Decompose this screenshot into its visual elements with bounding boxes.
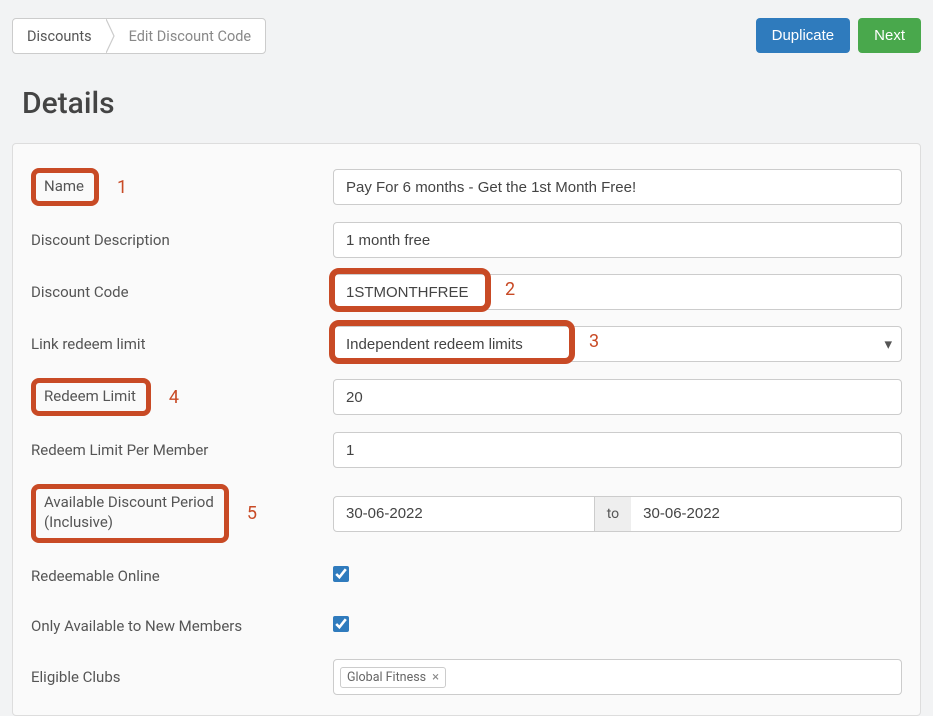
breadcrumb-discounts[interactable]: Discounts (13, 19, 106, 53)
chevron-right-icon (106, 19, 115, 53)
annotation-number-3: 3 (589, 331, 599, 352)
link-redeem-limit-select[interactable]: Independent redeem limits (333, 326, 902, 362)
date-from-input[interactable] (333, 496, 595, 532)
link-redeem-limit-label: Link redeem limit (31, 335, 145, 353)
only-new-members-checkbox[interactable] (333, 616, 349, 632)
breadcrumb-edit: Edit Discount Code (115, 19, 265, 53)
name-label: Name (44, 177, 84, 195)
description-input[interactable] (333, 222, 902, 258)
breadcrumb: Discounts Edit Discount Code (12, 18, 266, 54)
code-label: Discount Code (31, 283, 129, 301)
annotation-highlight-5: Available Discount Period (Inclusive) (31, 484, 229, 543)
eligible-clubs-input[interactable]: Global Fitness × (333, 659, 902, 695)
annotation-highlight-1: Name (31, 168, 99, 206)
breadcrumb-label: Discounts (27, 28, 92, 45)
next-button[interactable]: Next (858, 18, 921, 53)
close-icon[interactable]: × (432, 670, 439, 685)
details-panel: Name 1 Discount Description Discount Cod… (12, 143, 921, 716)
duplicate-button[interactable]: Duplicate (756, 18, 851, 53)
description-label: Discount Description (31, 231, 170, 249)
redeem-limit-per-member-label: Redeem Limit Per Member (31, 441, 208, 459)
redeemable-online-label: Redeemable Online (31, 567, 160, 585)
club-tag-label: Global Fitness (347, 670, 426, 685)
code-input[interactable] (333, 274, 902, 310)
club-tag: Global Fitness × (340, 667, 446, 688)
redeem-limit-input[interactable] (333, 379, 902, 415)
annotation-number-5: 5 (247, 503, 257, 524)
annotation-number-1: 1 (117, 177, 127, 198)
name-input[interactable] (333, 169, 902, 205)
redeem-limit-label: Redeem Limit (44, 387, 136, 405)
date-to-input[interactable] (631, 496, 902, 532)
eligible-clubs-label: Eligible Clubs (31, 668, 120, 686)
annotation-number-2: 2 (505, 279, 515, 300)
annotation-number-4: 4 (169, 387, 179, 408)
redeemable-online-checkbox[interactable] (333, 566, 349, 582)
page-title: Details (22, 86, 921, 121)
only-new-members-label: Only Available to New Members (31, 617, 242, 635)
breadcrumb-label: Edit Discount Code (129, 28, 251, 45)
available-period-label: Available Discount Period (Inclusive) (44, 493, 214, 531)
annotation-highlight-4: Redeem Limit (31, 378, 151, 416)
date-to-addon: to (595, 496, 631, 532)
redeem-limit-per-member-input[interactable] (333, 432, 902, 468)
